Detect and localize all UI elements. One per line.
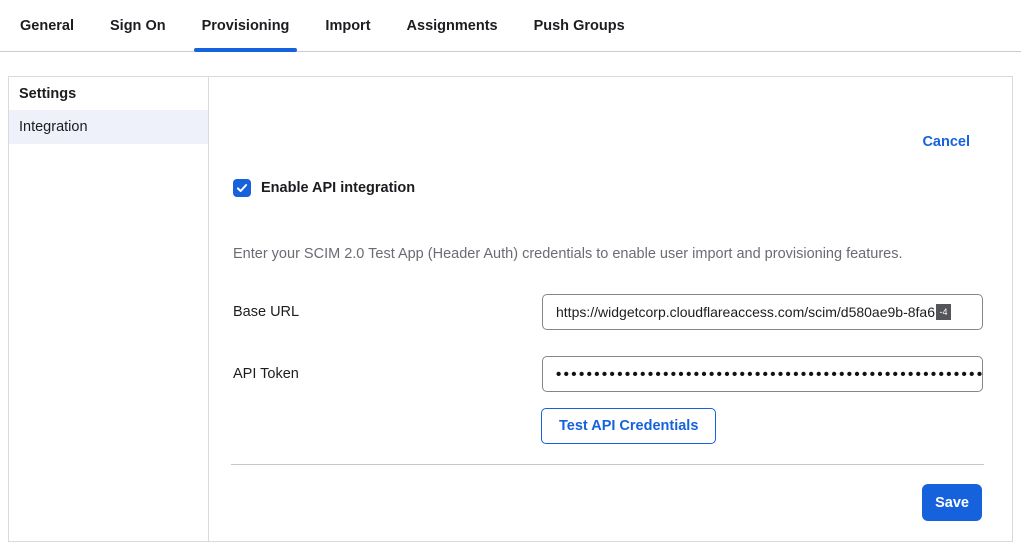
checkmark-icon (236, 182, 248, 194)
tab-provisioning[interactable]: Provisioning (202, 0, 290, 51)
enable-api-integration-checkbox[interactable] (233, 179, 251, 197)
integration-settings-content: Cancel Enable API integration Enter your… (209, 77, 1012, 541)
tab-general[interactable]: General (20, 0, 74, 51)
cancel-link[interactable]: Cancel (922, 134, 970, 150)
tab-import[interactable]: Import (325, 0, 370, 51)
base-url-input[interactable]: https://widgetcorp.cloudflareaccess.com/… (542, 294, 983, 330)
api-token-input[interactable]: ••••••••••••••••••••••••••••••••••••••••… (542, 356, 983, 392)
footer-divider (231, 464, 984, 465)
base-url-row: Base URL https://widgetcorp.cloudflareac… (209, 294, 1012, 330)
tab-sign-on[interactable]: Sign On (110, 0, 166, 51)
provisioning-panel: Settings Integration Cancel Enable API i… (8, 76, 1013, 542)
tab-bar: General Sign On Provisioning Import Assi… (0, 0, 1021, 52)
test-api-credentials-button[interactable]: Test API Credentials (541, 408, 716, 444)
sidebar-item-integration[interactable]: Integration (9, 110, 208, 144)
api-token-label: API Token (233, 356, 299, 392)
api-token-masked-value: ••••••••••••••••••••••••••••••••••••••••… (556, 366, 983, 383)
enable-api-integration-row: Enable API integration (233, 179, 415, 197)
sidebar: Settings Integration (9, 77, 209, 541)
tab-assignments[interactable]: Assignments (407, 0, 498, 51)
api-token-row: API Token ••••••••••••••••••••••••••••••… (209, 356, 1012, 392)
credentials-description: Enter your SCIM 2.0 Test App (Header Aut… (233, 245, 972, 264)
base-url-label: Base URL (233, 294, 299, 330)
sidebar-header: Settings (9, 77, 208, 110)
base-url-value: https://widgetcorp.cloudflareaccess.com/… (556, 304, 935, 320)
enable-api-integration-label[interactable]: Enable API integration (261, 180, 415, 196)
tab-push-groups[interactable]: Push Groups (534, 0, 625, 51)
base-url-selected-text: -4 (936, 304, 951, 320)
save-button[interactable]: Save (922, 484, 982, 521)
